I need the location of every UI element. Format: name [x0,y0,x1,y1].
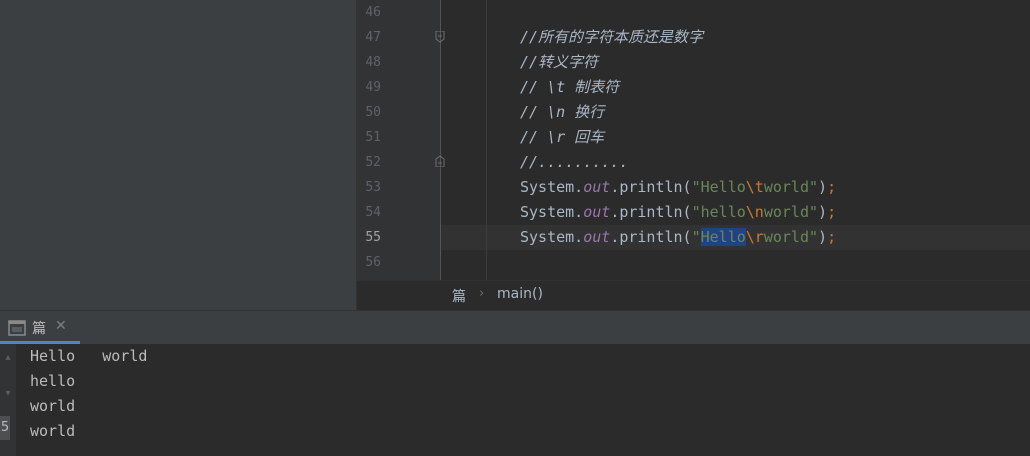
breadcrumb-separator: › [479,286,485,301]
code-line-println-2: System.out.println("hello\nworld"); [520,200,836,225]
scroll-up-icon[interactable]: ▴ [0,352,16,363]
breadcrumb-class[interactable]: 篇 [452,286,466,306]
breadcrumb-method[interactable]: main() [497,286,543,302]
code-token-string: hello [700,203,746,221]
code-token-string: world [763,228,809,246]
code-token: ) [818,178,828,196]
code-comment: // \n 换行 [520,103,605,121]
code-token: System. [520,203,584,221]
console-icon [8,320,26,336]
line-number: 50 [365,105,381,120]
code-token-semicolon: ; [827,203,837,221]
code-comment: //转义字符 [520,53,599,71]
code-token-semicolon: ; [827,228,837,246]
code-token-string: world [763,178,809,196]
code-token: ) [818,228,828,246]
code-token-string: " [691,178,701,196]
console-toolbar: ▴ ▾ 5 [0,344,16,456]
line-number: 52 [365,155,381,170]
indent-guide [486,0,487,280]
fold-marker-icon[interactable] [435,31,445,43]
line-number-current: 55 [365,230,381,245]
code-token-string: " [691,228,701,246]
close-icon[interactable]: ✕ [55,318,67,334]
code-line-println-3: System.out.println("Hello\rworld"); [520,225,836,250]
console-line: Hello world [30,347,148,365]
code-line-println-1: System.out.println("Hello\tworld"); [520,175,836,200]
code-token-escape: \n [745,203,764,221]
rerun-button[interactable]: 5 [0,416,10,440]
code-token-escape: \r [745,228,764,246]
code-token-field: out [583,178,611,196]
line-number: 51 [365,130,381,145]
code-token: ) [818,203,828,221]
code-token-string: " [691,203,701,221]
run-tool-window-header: 篇 ✕ [0,310,1030,344]
code-token-semicolon: ; [827,178,837,196]
line-number: 56 [365,255,381,270]
code-token: System. [520,178,584,196]
code-comment: //.......... [520,153,629,171]
fold-marker-icon[interactable] [435,155,445,167]
code-token-string: " [809,203,819,221]
console-line: hello [30,372,76,390]
code-token: .println( [610,228,692,246]
code-token: .println( [610,203,692,221]
line-number: 46 [365,5,381,20]
code-token-field: out [583,228,611,246]
line-number: 47 [365,30,381,45]
console-line: world [30,397,76,415]
run-tab-label: 篇 [32,321,46,337]
line-gutter: 46 47 48 49 50 51 52 53 54 55 56 [357,0,440,280]
console-output[interactable]: ▴ ▾ 5 Hello world hello world world [0,344,1030,456]
line-number: 53 [365,180,381,195]
code-token-string: world [763,203,809,221]
line-number: 49 [365,80,381,95]
code-comment: // \r 回车 [520,128,605,146]
code-token: .println( [610,178,692,196]
code-token-field: out [583,203,611,221]
code-token-selected: Hello [700,228,746,246]
breadcrumb: 篇 › main() [357,280,1030,310]
line-number: 54 [365,205,381,220]
scroll-down-icon[interactable]: ▾ [0,388,16,399]
code-comment: //所有的字符本质还是数字 [520,28,704,46]
line-number: 48 [365,55,381,70]
code-editor[interactable]: 46 47 48 49 50 51 52 53 54 55 56 //所有的字符… [357,0,1030,280]
project-panel [0,0,356,310]
code-token: System. [520,228,584,246]
code-token-escape: \t [745,178,764,196]
console-line: world [30,422,76,440]
code-token-string: Hello [700,178,746,196]
run-tab[interactable]: 篇 ✕ [0,311,80,344]
code-token-string: " [809,178,819,196]
code-token-string: " [809,228,819,246]
code-comment: // \t 制表符 [520,78,620,96]
